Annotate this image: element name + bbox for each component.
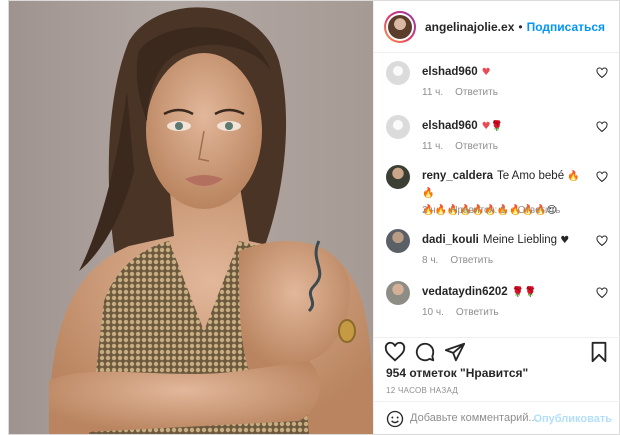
comment-text: Meine Liebling [482, 234, 558, 246]
reply-button[interactable]: Ответить [455, 87, 498, 98]
reply-button[interactable]: Ответить [518, 205, 561, 216]
publish-button[interactable]: Опубликовать [533, 413, 612, 425]
follow-button[interactable]: Подписаться [527, 20, 605, 34]
like-comment-heart-icon[interactable] [596, 121, 608, 133]
commenter-avatar[interactable] [386, 281, 410, 305]
comment-emoji: 🌹🌹 [511, 287, 537, 298]
commenter-avatar[interactable] [386, 229, 410, 253]
instagram-post: angelinajolie.ex • Подписаться elshad960… [8, 0, 620, 435]
action-bar [374, 337, 620, 367]
author-username[interactable]: angelinajolie.ex [425, 20, 514, 34]
likes-count[interactable]: 954 отметок "Нравится" [386, 366, 528, 380]
reply-button[interactable]: Ответить [456, 307, 499, 318]
like-comment-heart-icon[interactable] [596, 235, 608, 247]
reply-button[interactable]: Ответить [455, 141, 498, 152]
portrait-illustration [49, 7, 373, 434]
commenter-username[interactable]: reny_caldera [422, 170, 493, 182]
heart-icon[interactable] [384, 341, 406, 363]
commenter-avatar[interactable] [386, 165, 410, 189]
separator-dot: • [518, 19, 523, 34]
like-comment-heart-icon[interactable] [596, 171, 608, 183]
author-avatar[interactable] [384, 10, 416, 43]
reply-button[interactable]: Ответить [450, 255, 493, 266]
post-photo[interactable] [9, 1, 373, 434]
post-timestamp: 12 ЧАСОВ НАЗАД [386, 386, 459, 395]
commenter-avatar[interactable] [386, 61, 410, 85]
comment-time: 11 ч. [422, 87, 444, 98]
bookmark-icon[interactable] [588, 341, 610, 363]
commenter-avatar[interactable] [386, 115, 410, 139]
comment-time: 10 ч. [422, 307, 444, 318]
add-comment-bar: Опубликовать [374, 401, 620, 434]
comment-emoji: ♥🌹 [481, 121, 504, 132]
comment-time: 2 ч. [422, 205, 439, 216]
comment-likes[interactable]: Нравится: 1 [450, 205, 505, 216]
comments-list[interactable]: elshad960 ♥ 11 ч. Ответить elshad960 ♥🌹 11 … [374, 53, 620, 336]
share-icon[interactable] [444, 341, 466, 363]
like-comment-heart-icon[interactable] [596, 67, 608, 79]
comment-emoji: ♥ [560, 235, 570, 246]
commenter-username[interactable]: elshad960 [422, 66, 478, 78]
comment-emoji: ♥ [481, 67, 491, 78]
comment-time: 8 ч. [422, 255, 439, 266]
commenter-username[interactable]: elshad960 [422, 120, 478, 132]
commenter-username[interactable]: dadi_kouli [422, 234, 479, 246]
smiley-icon[interactable] [386, 410, 404, 428]
comment-time: 11 ч. [422, 141, 444, 152]
like-comment-heart-icon[interactable] [596, 287, 608, 299]
avatar-image [388, 14, 412, 39]
comment-text: Te Amo bebé [496, 170, 565, 182]
commenter-username[interactable]: vedataydin6202 [422, 286, 508, 298]
comment-icon[interactable] [414, 341, 436, 363]
details-panel: angelinajolie.ex • Подписаться elshad960… [373, 1, 620, 434]
post-header: angelinajolie.ex • Подписаться [374, 1, 619, 53]
